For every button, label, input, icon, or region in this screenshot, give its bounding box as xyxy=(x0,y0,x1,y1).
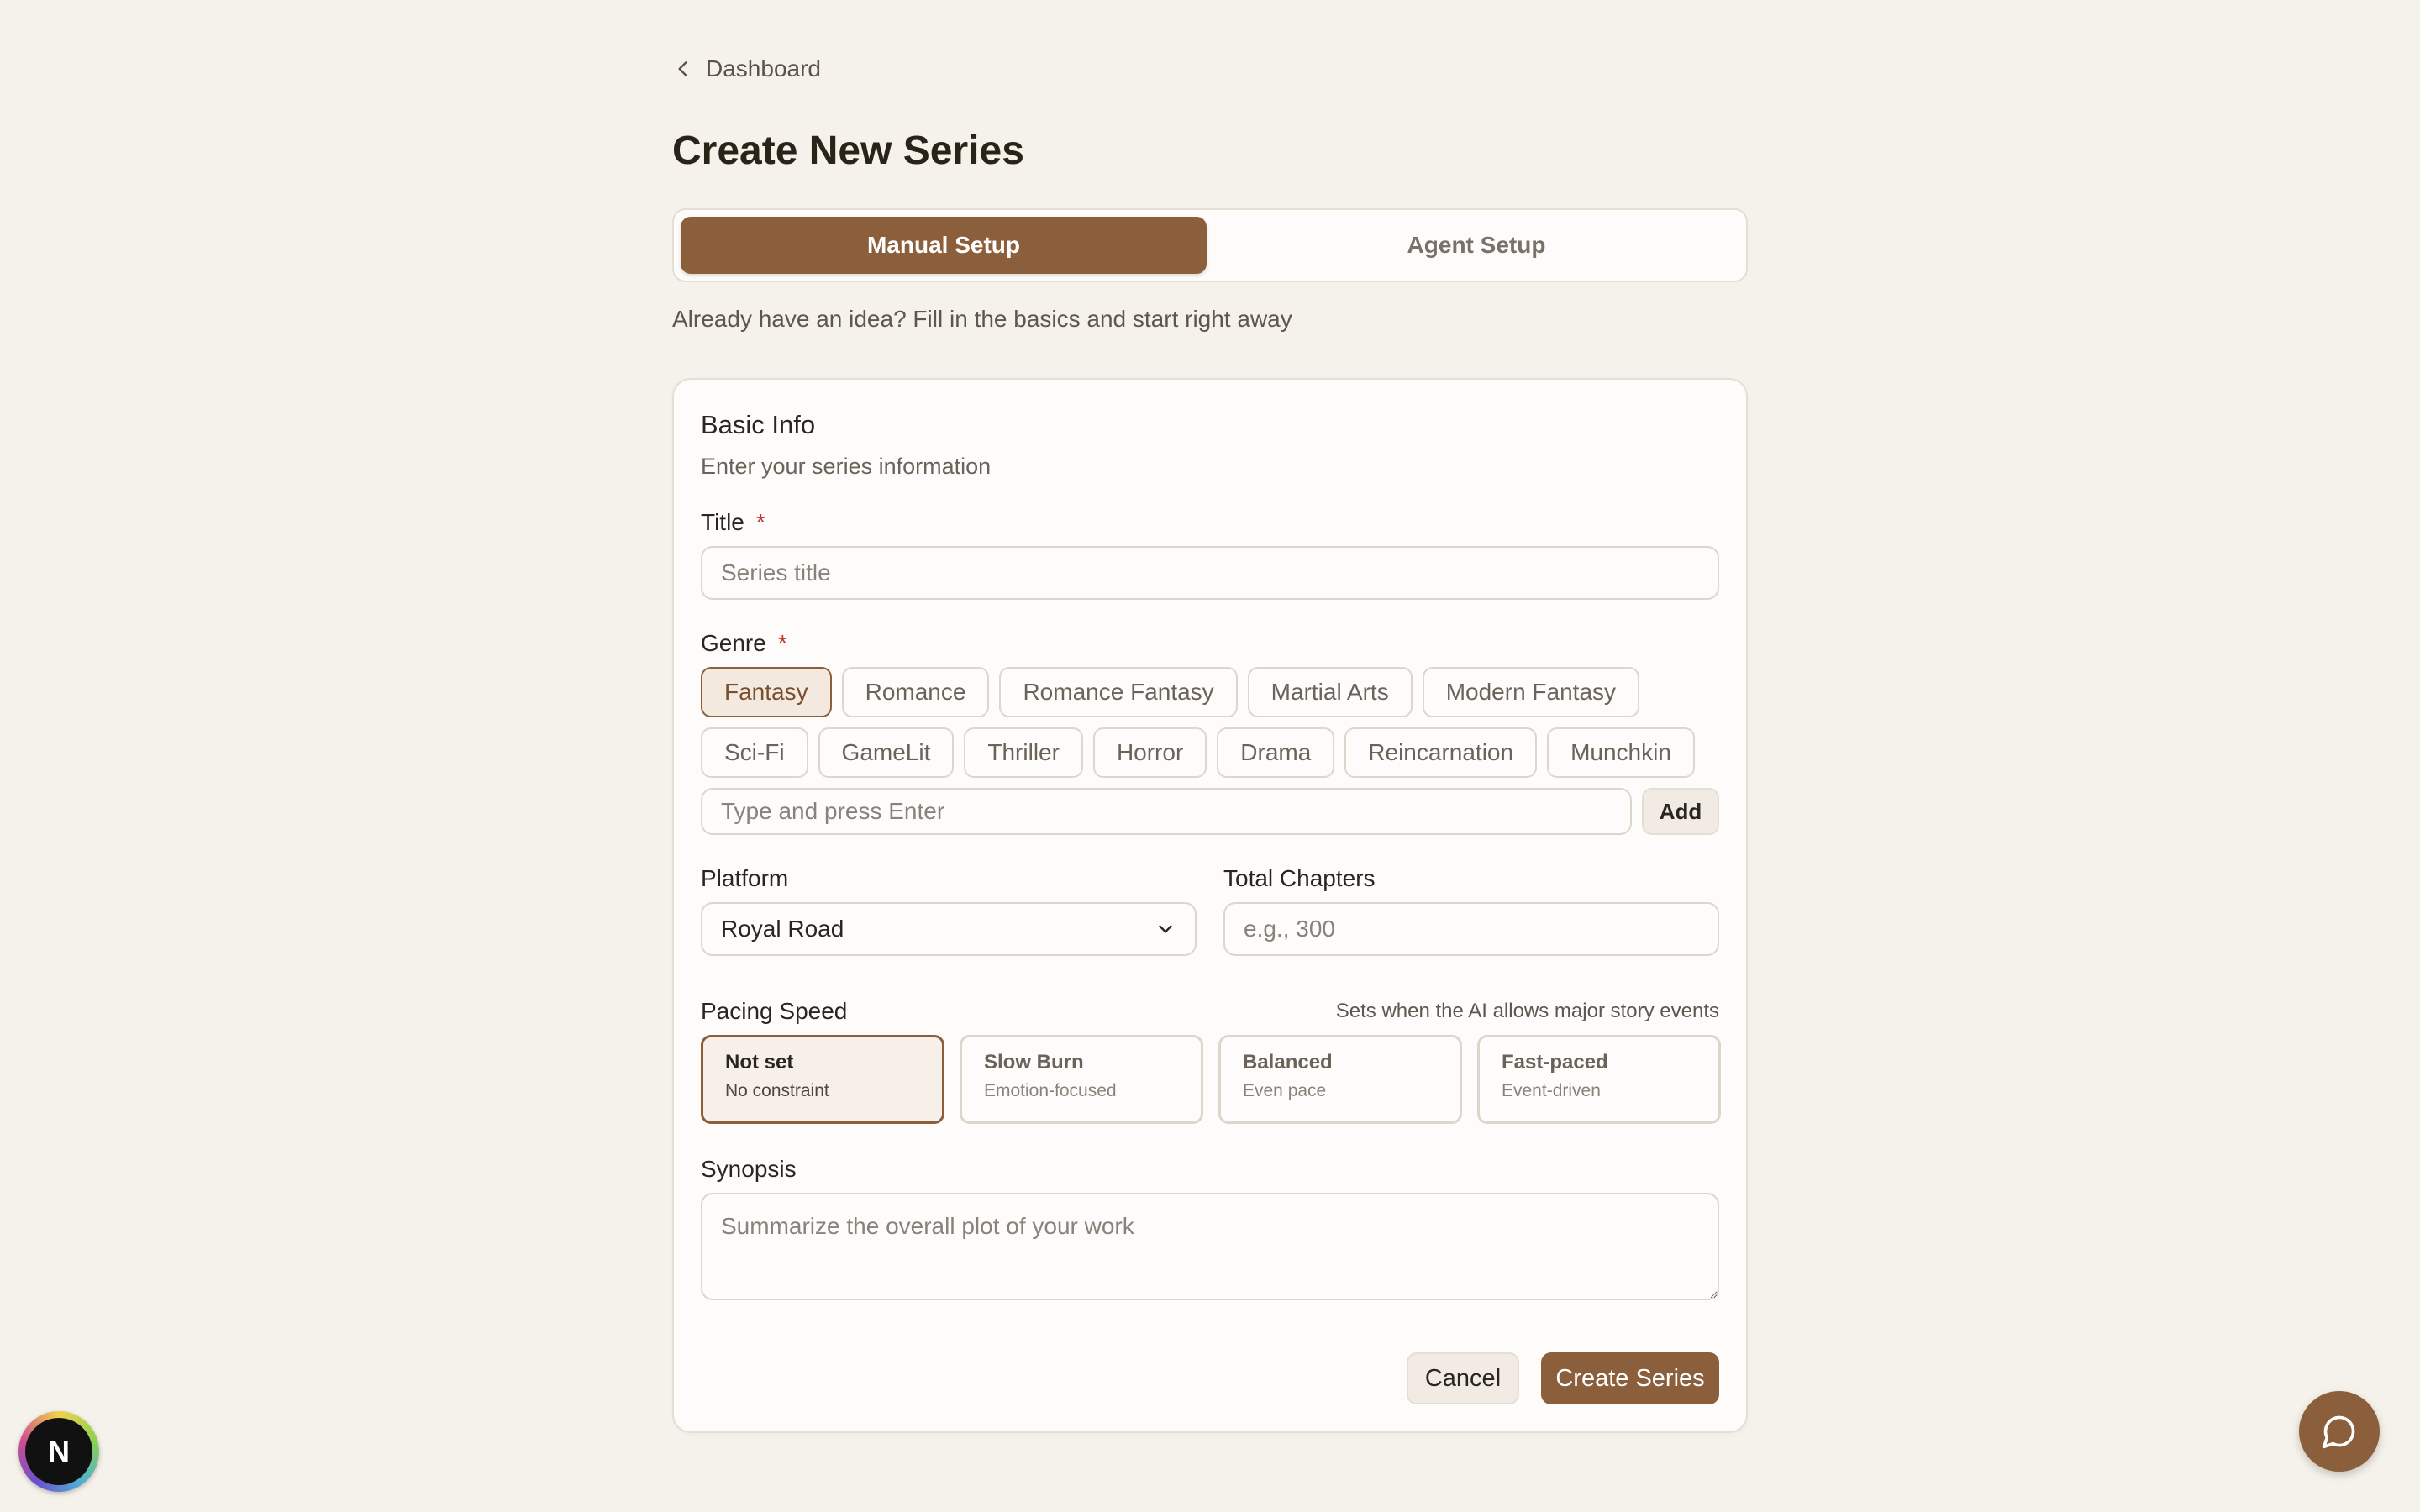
chat-button[interactable] xyxy=(2299,1391,2380,1472)
genre-chip-thriller[interactable]: Thriller xyxy=(964,727,1083,778)
genre-chips-row-2: Sci-Fi GameLit Thriller Horror Drama Rei… xyxy=(701,727,1695,778)
genre-chip-sci-fi[interactable]: Sci-Fi xyxy=(701,727,808,778)
genre-chip-romance-fantasy[interactable]: Romance Fantasy xyxy=(999,667,1238,717)
genre-label-text: Genre xyxy=(701,630,766,656)
tab-agent-setup[interactable]: Agent Setup xyxy=(1213,217,1739,274)
genre-chip-modern-fantasy[interactable]: Modern Fantasy xyxy=(1422,667,1640,717)
chevron-down-icon xyxy=(1159,925,1172,933)
genre-chips-row-1: Fantasy Romance Romance Fantasy Martial … xyxy=(701,667,1640,717)
pacing-option-subtitle: No constraint xyxy=(725,1081,829,1100)
card-description: Enter your series information xyxy=(701,454,992,479)
total-chapters-label: Total Chapters xyxy=(1223,865,1376,891)
synopsis-label: Synopsis xyxy=(701,1156,797,1182)
avatar-initial: N xyxy=(25,1418,92,1485)
synopsis-textarea[interactable] xyxy=(701,1193,1719,1300)
create-series-button[interactable]: Create Series xyxy=(1541,1352,1719,1404)
genre-chip-drama[interactable]: Drama xyxy=(1217,727,1335,778)
required-mark: * xyxy=(755,509,765,535)
genre-chip-martial-arts[interactable]: Martial Arts xyxy=(1247,667,1413,717)
pacing-option-subtitle: Even pace xyxy=(1243,1081,1327,1100)
platform-select[interactable]: Royal Road xyxy=(701,902,1197,956)
basic-info-card: Basic Info Enter your series information… xyxy=(672,378,1748,1433)
back-link-label: Dashboard xyxy=(706,55,821,81)
title-field-label: Title * xyxy=(701,509,765,536)
chevron-left-icon xyxy=(678,61,687,76)
required-mark: * xyxy=(777,630,787,656)
genre-chip-fantasy[interactable]: Fantasy xyxy=(701,667,832,717)
user-avatar[interactable]: N xyxy=(18,1411,99,1492)
platform-label: Platform xyxy=(701,865,789,891)
chat-bubble-icon xyxy=(2322,1415,2355,1449)
pacing-options: Not set No constraint Slow Burn Emotion-… xyxy=(701,1035,1721,1124)
title-label-text: Title xyxy=(701,509,744,535)
pacing-option-fast-paced[interactable]: Fast-paced Event-driven xyxy=(1477,1035,1721,1124)
add-genre-button[interactable]: Add xyxy=(1642,788,1719,835)
pacing-option-title: Not set xyxy=(725,1051,794,1074)
pacing-option-balanced[interactable]: Balanced Even pace xyxy=(1218,1035,1462,1124)
card-title: Basic Info xyxy=(701,410,816,439)
pacing-option-title: Fast-paced xyxy=(1502,1051,1608,1074)
pacing-option-not-set[interactable]: Not set No constraint xyxy=(701,1035,944,1124)
pacing-speed-label: Pacing Speed xyxy=(701,998,848,1024)
page-title: Create New Series xyxy=(672,129,1024,173)
setup-mode-tabs: Manual Setup Agent Setup xyxy=(672,208,1748,282)
genre-chip-gamelit[interactable]: GameLit xyxy=(818,727,955,778)
pacing-option-slow-burn[interactable]: Slow Burn Emotion-focused xyxy=(960,1035,1203,1124)
tab-manual-setup[interactable]: Manual Setup xyxy=(681,217,1207,274)
pacing-option-title: Slow Burn xyxy=(984,1051,1084,1074)
back-to-dashboard-link[interactable]: Dashboard xyxy=(672,55,821,82)
pacing-option-subtitle: Emotion-focused xyxy=(984,1081,1117,1100)
series-title-input[interactable] xyxy=(701,546,1719,600)
genre-chip-horror[interactable]: Horror xyxy=(1092,727,1207,778)
genre-chip-reincarnation[interactable]: Reincarnation xyxy=(1344,727,1538,778)
total-chapters-input[interactable] xyxy=(1223,902,1719,956)
genre-field-label: Genre * xyxy=(701,630,787,657)
genre-chip-munchkin[interactable]: Munchkin xyxy=(1547,727,1695,778)
platform-select-value: Royal Road xyxy=(721,916,844,942)
pacing-speed-hint: Sets when the AI allows major story even… xyxy=(1335,1000,1719,1022)
tab-description: Already have an idea? Fill in the basics… xyxy=(672,306,1292,332)
cancel-button[interactable]: Cancel xyxy=(1407,1352,1519,1404)
genre-chip-romance[interactable]: Romance xyxy=(841,667,990,717)
pacing-option-subtitle: Event-driven xyxy=(1502,1081,1601,1100)
pacing-option-title: Balanced xyxy=(1243,1051,1333,1074)
custom-genre-input[interactable] xyxy=(701,788,1632,835)
